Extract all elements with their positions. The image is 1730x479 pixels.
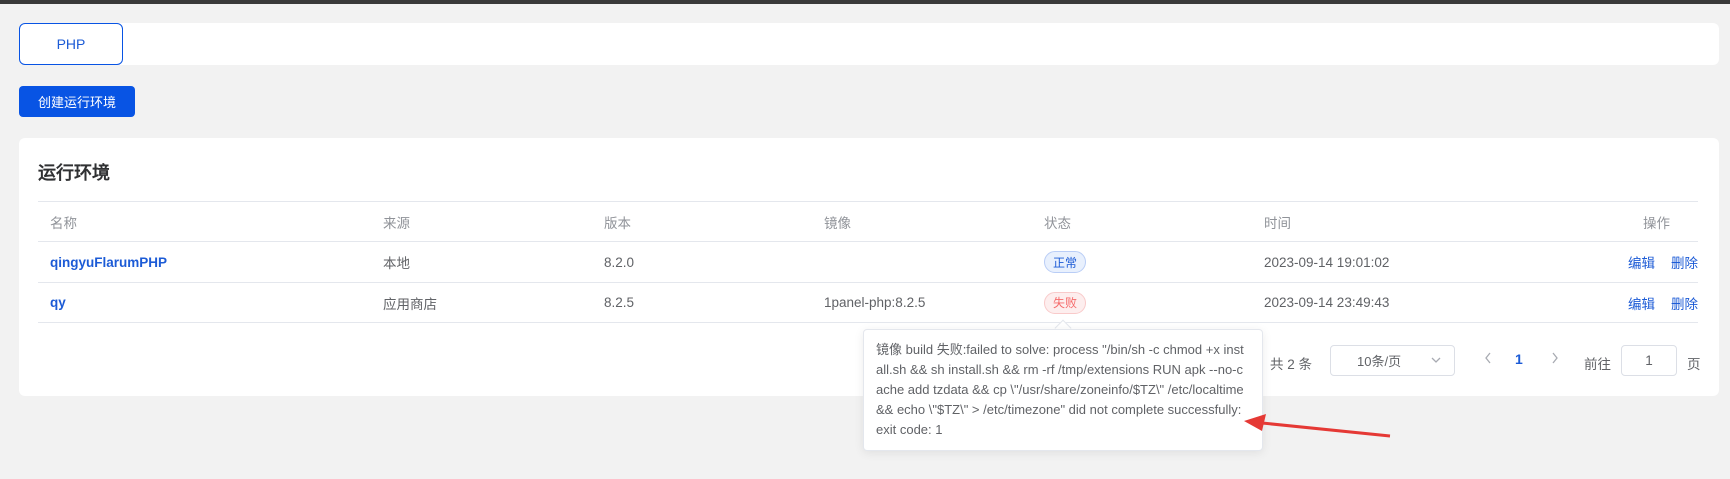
header-name: 名称	[50, 215, 77, 231]
delete-button[interactable]: 删除	[1671, 252, 1698, 272]
annotation-arrow-icon	[1244, 414, 1391, 438]
row-time: 2023-09-14 19:01:02	[1264, 254, 1390, 270]
edit-button[interactable]: 编辑	[1628, 293, 1655, 313]
goto-page-input[interactable]	[1621, 345, 1677, 376]
header-time: 时间	[1264, 215, 1291, 231]
header-image: 镜像	[824, 215, 851, 231]
runtime-table: 名称 来源 版本 镜像 状态 时间 操作 qingyuFlarumPHP 本地 …	[38, 201, 1698, 323]
table-row: qy 应用商店 8.2.5 1panel-php:8.2.5 失败 2023-0…	[38, 282, 1698, 323]
page-size-value: 10条/页	[1357, 354, 1402, 369]
status-badge[interactable]: 失败	[1044, 291, 1087, 314]
delete-button[interactable]: 删除	[1671, 293, 1698, 313]
page-number-current[interactable]: 1	[1515, 351, 1523, 367]
pagination-total: 共 2 条	[1270, 357, 1313, 372]
runtime-name-link[interactable]: qy	[50, 295, 66, 310]
card-title: 运行环境	[38, 163, 110, 183]
row-source: 本地	[383, 256, 410, 271]
header-version: 版本	[604, 215, 631, 231]
table-header: 名称 来源 版本 镜像 状态 时间 操作	[38, 201, 1698, 241]
row-version: 8.2.0	[604, 254, 635, 270]
row-version: 8.2.5	[604, 295, 635, 310]
page-size-select[interactable]: 10条/页	[1330, 345, 1455, 376]
status-badge[interactable]: 正常	[1044, 251, 1087, 273]
chevron-left-icon[interactable]	[1483, 351, 1493, 368]
row-image: 1panel-php:8.2.5	[824, 295, 926, 310]
runtime-name-link[interactable]: qingyuFlarumPHP	[50, 255, 167, 270]
row-time: 2023-09-14 23:49:43	[1264, 295, 1390, 310]
tab-php[interactable]: PHP	[19, 23, 123, 65]
edit-button[interactable]: 编辑	[1628, 252, 1655, 272]
header-status: 状态	[1044, 215, 1071, 231]
table-row: qingyuFlarumPHP 本地 8.2.0 正常 2023-09-14 1…	[38, 241, 1698, 282]
row-source: 应用商店	[383, 296, 437, 312]
window-top-bar	[0, 0, 1730, 4]
error-tooltip: 镜像 build 失败:failed to solve: process "/b…	[863, 329, 1263, 451]
chevron-right-icon[interactable]	[1550, 351, 1560, 368]
chevron-down-icon	[1430, 353, 1442, 370]
page-unit-label: 页	[1687, 357, 1701, 372]
create-runtime-button[interactable]: 创建运行环境	[19, 86, 135, 117]
header-source: 来源	[383, 215, 410, 231]
tabs-bar: PHP	[19, 23, 1719, 65]
header-ops: 操作	[1643, 215, 1670, 231]
goto-label: 前往	[1584, 357, 1611, 372]
